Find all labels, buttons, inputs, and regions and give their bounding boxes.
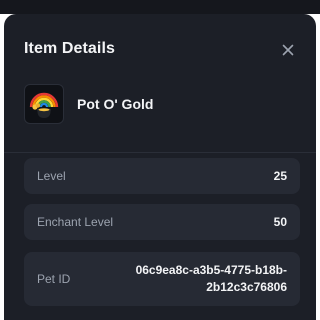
- modal-title: Item Details: [24, 40, 116, 57]
- field-value[interactable]: 06c9ea8c-a3b5-4775-b18b-2b12c3c76806: [97, 262, 287, 296]
- item-thumbnail: [24, 84, 64, 124]
- close-button[interactable]: [278, 40, 298, 60]
- divider: [4, 152, 316, 153]
- backdrop: [0, 0, 320, 14]
- close-icon: [282, 44, 294, 56]
- field-label: Pet ID: [37, 271, 71, 286]
- field-label: Level: [37, 169, 66, 183]
- field-value: 25: [273, 169, 287, 183]
- item-name: Pot O' Gold: [77, 96, 154, 112]
- field-label: Enchant Level: [37, 215, 114, 229]
- field-enchant-level: Enchant Level 50: [24, 204, 300, 240]
- field-pet-id: Pet ID 06c9ea8c-a3b5-4775-b18b-2b12c3c76…: [24, 252, 300, 306]
- item-details-modal: Item Details Pot O' Gold Level 25 Enchan…: [4, 14, 316, 320]
- field-value: 50: [273, 215, 287, 229]
- field-level: Level 25: [24, 158, 300, 194]
- item-header: Pot O' Gold: [24, 82, 153, 126]
- pot-of-gold-rainbow-icon: [29, 92, 59, 118]
